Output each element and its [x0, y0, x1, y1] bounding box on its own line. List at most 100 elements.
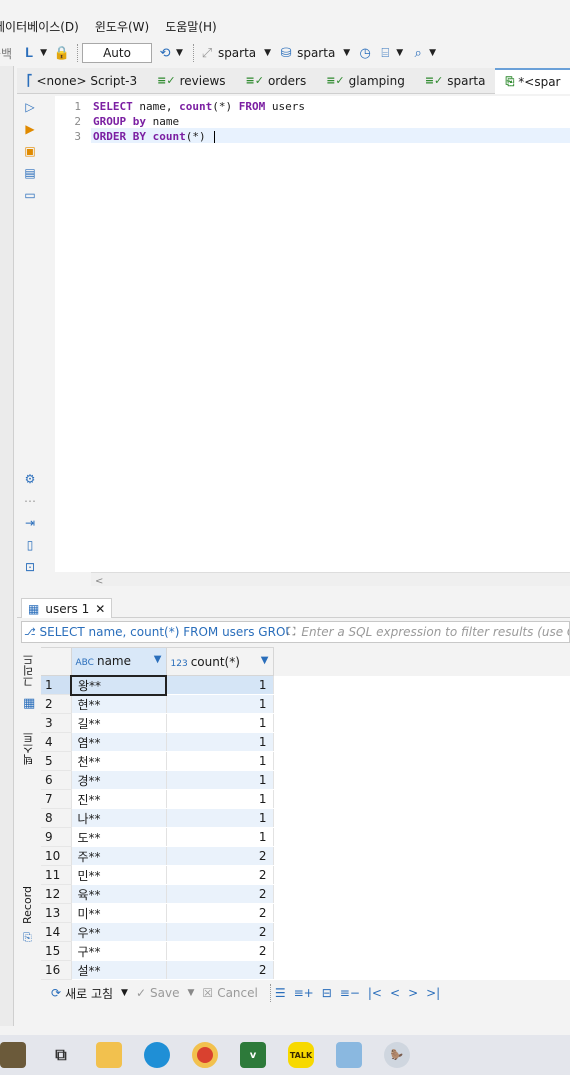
menu-window[interactable]: 윈도우(W) — [95, 18, 149, 35]
task-view-icon[interactable]: ⧉ — [48, 1042, 74, 1068]
copy-row-icon[interactable]: ⊟ — [322, 986, 332, 1000]
chevron-down-icon[interactable]: ▼ — [429, 48, 436, 58]
chevron-down-icon[interactable]: ▼ — [176, 48, 183, 58]
count-cell[interactable]: 2 — [166, 865, 274, 885]
text-view-tab[interactable]: 텍스트 — [21, 732, 37, 765]
row-number[interactable]: 4 — [41, 732, 72, 752]
name-cell[interactable]: 염** — [71, 732, 167, 752]
chevron-down-icon[interactable]: ▼ — [40, 48, 47, 58]
add-row-icon[interactable]: ≡+ — [294, 986, 314, 1000]
row-number[interactable]: 6 — [41, 770, 72, 790]
chrome-browser-icon[interactable] — [192, 1042, 218, 1068]
chevron-down-icon[interactable]: ▼ — [121, 988, 128, 998]
tab-orders[interactable]: ≡✓ orders — [236, 68, 317, 94]
table-row[interactable]: 5 천** 1 — [41, 751, 570, 771]
table-row[interactable]: 15 구** 2 — [41, 941, 570, 961]
execute-script-icon[interactable]: ▶ — [23, 122, 37, 136]
chevron-down-icon[interactable]: ▼ — [343, 48, 350, 58]
plan-icon[interactable]: ⌸ — [376, 44, 394, 62]
table-row[interactable]: 12 육** 2 — [41, 884, 570, 904]
table-row[interactable]: 1 왕** 1 — [41, 674, 570, 696]
count-cell[interactable]: 2 — [166, 922, 274, 942]
row-number[interactable]: 2 — [41, 694, 72, 714]
row-number[interactable]: 9 — [41, 827, 72, 847]
kakaotalk-icon[interactable]: TALK — [288, 1042, 314, 1068]
transaction-mode-select[interactable]: Auto — [82, 43, 153, 63]
name-cell[interactable]: 설** — [71, 960, 167, 980]
column-header-count[interactable]: 123 count(*) ▼ — [165, 647, 274, 676]
table-row[interactable]: 3 길** 1 — [41, 713, 570, 733]
table-row[interactable]: 4 염** 1 — [41, 732, 570, 752]
count-cell[interactable]: 2 — [166, 941, 274, 961]
name-cell[interactable]: 민** — [71, 865, 167, 885]
row-number[interactable]: 5 — [41, 751, 72, 771]
table-row[interactable]: 14 우** 2 — [41, 922, 570, 942]
tab-reviews[interactable]: ≡✓ reviews — [147, 68, 235, 94]
datasource-select[interactable]: sparta — [218, 46, 256, 60]
editor-horizontal-scrollbar[interactable]: < — [91, 572, 570, 587]
table-row[interactable]: 16 설** 2 — [41, 960, 570, 980]
filter-input[interactable]: Enter a SQL expression to filter results… — [295, 625, 569, 639]
execute-new-tab-icon[interactable]: ▣ — [23, 144, 37, 158]
count-cell[interactable]: 1 — [166, 675, 274, 695]
scroll-left-icon[interactable]: < — [91, 576, 103, 587]
execute-statement-icon[interactable]: ▷ — [23, 100, 37, 114]
count-cell[interactable]: 2 — [166, 960, 274, 980]
transaction-icon[interactable]: 𝐋 — [20, 44, 38, 62]
chevron-down-icon[interactable]: ▼ — [396, 48, 403, 58]
row-number[interactable]: 1 — [41, 675, 72, 695]
cancel-button[interactable]: ☒ Cancel — [202, 986, 257, 1000]
lock-icon[interactable]: 🔒 — [53, 44, 71, 62]
count-cell[interactable]: 2 — [166, 903, 274, 923]
row-number[interactable]: 13 — [41, 903, 72, 923]
edit-row-icon[interactable]: ☰ — [275, 986, 286, 1000]
sql-editor[interactable] — [55, 96, 570, 572]
console-icon[interactable]: ▭ — [23, 188, 37, 202]
save-button[interactable]: ✓ Save — [136, 986, 180, 1000]
row-number[interactable]: 8 — [41, 808, 72, 828]
name-cell[interactable]: 왕** — [70, 674, 167, 696]
row-number[interactable]: 14 — [41, 922, 72, 942]
name-cell[interactable]: 구** — [71, 941, 167, 961]
schema-select[interactable]: sparta — [297, 46, 335, 60]
last-page-icon[interactable]: >| — [426, 986, 440, 1000]
name-cell[interactable]: 천** — [71, 751, 167, 771]
table-row[interactable]: 7 진** 1 — [41, 789, 570, 809]
table-row[interactable]: 10 주** 2 — [41, 846, 570, 866]
new-file-icon[interactable]: ▯ — [23, 538, 37, 552]
record-icon[interactable]: ⎘ — [23, 931, 32, 945]
table-row[interactable]: 6 경** 1 — [41, 770, 570, 790]
table-row[interactable]: 13 미** 2 — [41, 903, 570, 923]
name-cell[interactable]: 도** — [71, 827, 167, 847]
name-cell[interactable]: 나** — [71, 808, 167, 828]
menu-database[interactable]: 데이터베이스(D) — [0, 18, 79, 35]
variables-icon[interactable]: ⊡ — [23, 560, 37, 574]
count-cell[interactable]: 1 — [166, 770, 274, 790]
dbeaver-icon[interactable]: 🦫 — [384, 1042, 410, 1068]
name-cell[interactable]: 육** — [71, 884, 167, 904]
close-icon[interactable]: ✕ — [95, 602, 105, 616]
delete-row-icon[interactable]: ≡− — [340, 986, 360, 1000]
count-cell[interactable]: 1 — [166, 713, 274, 733]
notepad-icon[interactable] — [336, 1042, 362, 1068]
vim-app-icon[interactable]: v — [240, 1042, 266, 1068]
menu-help[interactable]: 도움말(H) — [165, 18, 217, 35]
first-page-icon[interactable]: |< — [368, 986, 382, 1000]
file-explorer-icon[interactable] — [96, 1042, 122, 1068]
column-header-name[interactable]: ABC name ▼ — [70, 647, 167, 676]
chevron-down-icon[interactable]: ▼ — [264, 48, 271, 58]
chevron-down-icon[interactable]: ▼ — [188, 988, 195, 998]
sort-icon[interactable]: ▼ — [261, 655, 269, 666]
row-number[interactable]: 12 — [41, 884, 72, 904]
name-cell[interactable]: 진** — [71, 789, 167, 809]
count-cell[interactable]: 1 — [166, 751, 274, 771]
grid-icon[interactable]: ▦ — [23, 696, 35, 711]
count-cell[interactable]: 1 — [166, 808, 274, 828]
tab-sparta[interactable]: ≡✓ sparta — [415, 68, 496, 94]
executed-query-text[interactable]: SELECT name, count(*) FROM users GROUP b — [36, 625, 288, 639]
record-view-tab[interactable]: Record — [21, 886, 34, 924]
name-cell[interactable]: 길** — [71, 713, 167, 733]
name-cell[interactable]: 경** — [71, 770, 167, 790]
settings-icon[interactable]: ⚙ — [23, 472, 37, 486]
export-icon[interactable]: ⇥ — [23, 516, 37, 530]
